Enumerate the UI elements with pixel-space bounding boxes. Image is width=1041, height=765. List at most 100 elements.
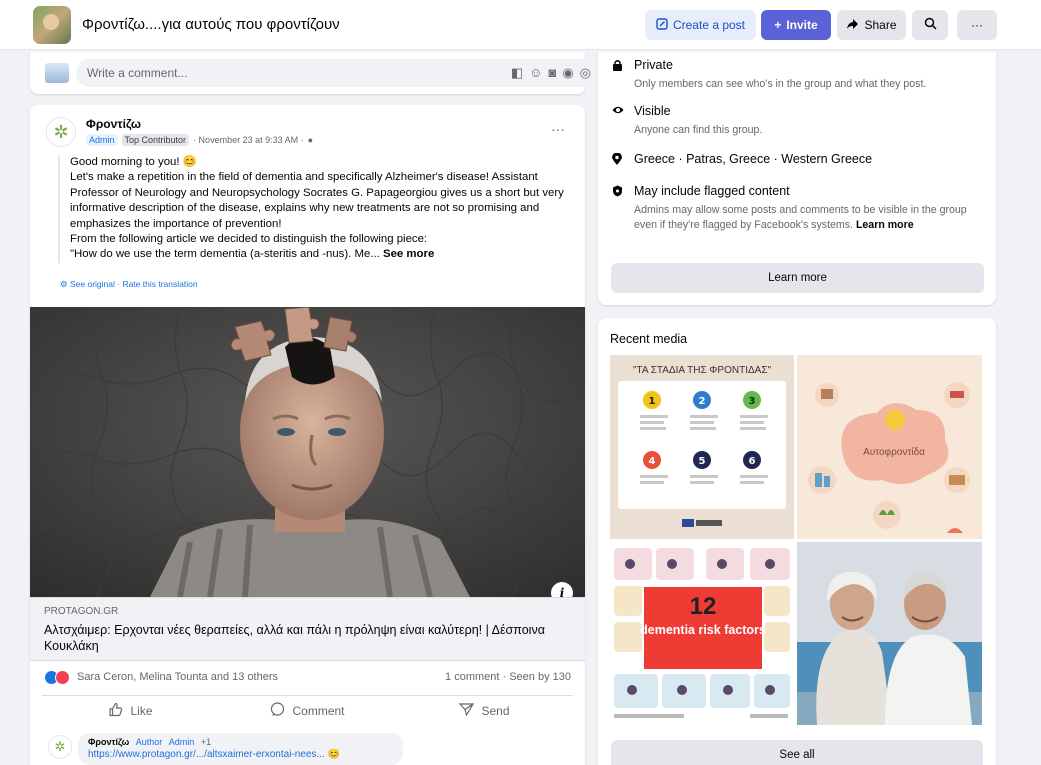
stage-number: 6 <box>749 456 756 467</box>
post-excerpt: "How do we use the term dementia (a-ster… <box>70 248 380 261</box>
infographic-heading: "ΤΑ ΣΤΑΔΙΑ ΤΗΣ ΦΡΟΝΤΙΔΑΣ" <box>633 365 772 376</box>
group-post: ✲ Φροντίζω Admin Top Contributor · Novem… <box>30 105 585 765</box>
invite-label: Invite <box>786 18 818 32</box>
reactions-summary: Sara Ceron, Melina Tounta and 13 others … <box>30 665 585 691</box>
recent-media-card: Recent media "ΤΑ ΣΤΑΔΙΑ ΤΗΣ ΦΡΟΝΤΙΔΑΣ" 1… <box>598 318 996 765</box>
location-pin-icon <box>612 152 624 168</box>
share-icon <box>846 18 859 33</box>
stage-number: 3 <box>749 396 756 407</box>
share-button[interactable]: Share <box>837 10 906 40</box>
stage-number: 4 <box>649 456 656 467</box>
see-all-button[interactable]: See all <box>611 740 983 765</box>
translation-links[interactable]: ⚙ See original · Rate this translation <box>60 279 198 290</box>
lock-icon <box>612 59 624 74</box>
privacy-description: Only members can see who's in the group … <box>634 78 927 90</box>
comment-seen-count[interactable]: 1 comment · Seen by 130 <box>445 671 571 683</box>
search-button[interactable] <box>912 10 948 40</box>
risk-factor-text: dementia risk factors <box>640 623 766 637</box>
post-options-icon[interactable]: ··· <box>551 121 565 137</box>
reactors-list[interactable]: Sara Ceron, Melina Tounta and 13 others <box>77 671 278 683</box>
see-more-link[interactable]: See more <box>383 248 434 260</box>
link-preview[interactable]: PROTAGON.GR Αλτσχάιμερ: Ερχονται νέες θε… <box>30 597 585 661</box>
send-button[interactable]: Send <box>396 696 573 725</box>
svg-text:i: i <box>560 586 565 597</box>
top-contributor-badge: Top Contributor <box>121 134 190 146</box>
plus-icon: + <box>774 18 782 32</box>
post-text: Good morning to you! 😊 Let's make a repe… <box>58 155 574 263</box>
like-button[interactable]: Like <box>42 696 219 725</box>
translation-text[interactable]: See original · Rate this translation <box>70 279 198 289</box>
flagged-learn-more-link[interactable]: Learn more <box>856 219 914 231</box>
comment-tools: ◧ ☺ ◙ ◉ ◎ <box>511 65 591 81</box>
group-about-card: Private Only members can see who's in th… <box>598 52 996 305</box>
group-name[interactable]: Φροντίζω....για αυτούς που φροντίζουν <box>82 16 340 33</box>
more-options-button[interactable]: ··· <box>957 10 997 40</box>
self-care-illustration: Αυτοφροντίδα <box>797 355 982 539</box>
create-post-button[interactable]: Create a post <box>645 10 756 40</box>
love-reaction-icon <box>55 670 70 685</box>
post-actions: Like Comment Send <box>42 695 573 725</box>
comment-label: Comment <box>292 703 345 718</box>
media-tile[interactable]: "ΤΑ ΣΤΑΔΙΑ ΤΗΣ ΦΡΟΝΤΙΔΑΣ" 1 2 3 4 5 6 <box>610 355 794 539</box>
post-timestamp[interactable]: · November 23 at 9:33 AM · <box>193 135 304 145</box>
more-icon: ··· <box>971 18 983 32</box>
post-link-image[interactable]: i <box>30 307 585 597</box>
link-domain: PROTAGON.GR <box>44 606 119 617</box>
media-tile[interactable]: 12 dementia risk factors <box>610 542 794 725</box>
avatar[interactable] <box>45 63 69 83</box>
recent-media-title: Recent media <box>610 332 688 346</box>
post-paragraph: Let's make a repetition in the field of … <box>70 171 564 230</box>
media-tile[interactable] <box>797 542 982 725</box>
reaction-icons[interactable] <box>44 670 70 685</box>
edit-icon <box>656 17 668 33</box>
flagged-description-text: Admins may allow some posts and comments… <box>634 204 967 231</box>
comment-bubble-icon <box>270 701 285 720</box>
post-author-name[interactable]: Φροντίζω <box>86 117 141 131</box>
learn-more-button[interactable]: Learn more <box>611 263 984 293</box>
emoji-icon[interactable]: ☺ <box>529 65 542 81</box>
stage-number: 2 <box>699 396 706 407</box>
more-badges[interactable]: +1 <box>201 737 211 747</box>
camera-icon[interactable]: ◙ <box>548 65 556 81</box>
avatar-sticker-icon[interactable]: ◎ <box>580 65 591 81</box>
stage-number: 5 <box>699 456 706 467</box>
previous-post-comment-area: Write a comment... ◧ ☺ ◙ ◉ ◎ <box>30 52 601 94</box>
admin-badge: Admin <box>86 134 118 146</box>
gif-icon[interactable]: ◉ <box>562 65 573 81</box>
comment-input[interactable]: Write a comment... ◧ ☺ ◙ ◉ ◎ <box>76 59 601 87</box>
flagged-label: May include flagged content <box>634 184 790 198</box>
sticker-icon[interactable]: ◧ <box>511 65 523 81</box>
stage-number: 1 <box>649 396 656 407</box>
comment-placeholder: Write a comment... <box>87 66 188 80</box>
post-meta: Admin Top Contributor · November 23 at 9… <box>86 134 313 146</box>
location-text[interactable]: Greece · Patras, Greece · Western Greece <box>634 152 872 166</box>
comment-author-name[interactable]: Φροντίζω <box>88 737 129 747</box>
like-label: Like <box>130 703 153 718</box>
post-greeting: Good morning to you! 😊 <box>70 156 197 168</box>
media-tile[interactable]: Αυτοφροντίδα <box>797 355 982 539</box>
care-stages-infographic: "ΤΑ ΣΤΑΔΙΑ ΤΗΣ ΦΡΟΝΤΙΔΑΣ" 1 2 3 4 5 6 <box>610 355 794 539</box>
risk-factor-count: 12 <box>690 593 717 620</box>
gear-icon: ⚙ <box>60 279 68 289</box>
post-article-intro: From the following article we decided to… <box>70 233 428 246</box>
share-label: Share <box>864 18 897 32</box>
comment-button[interactable]: Comment <box>219 696 396 725</box>
comment-link[interactable]: https://www.protagon.gr/.../altsxaimer-e… <box>88 749 393 760</box>
link-title[interactable]: Αλτσχάιμερ: Ερχονται νέες θεραπείες, αλλ… <box>44 622 574 654</box>
search-icon <box>924 17 937 33</box>
risk-factors-infographic: 12 dementia risk factors <box>610 542 794 725</box>
comment-author-avatar[interactable]: ✲ <box>48 735 72 759</box>
admin-badge: Admin <box>168 737 195 747</box>
flagged-description: Admins may allow some posts and comments… <box>634 203 989 232</box>
create-post-label: Create a post <box>672 18 746 32</box>
post-author-avatar[interactable]: ✲ <box>46 117 76 147</box>
shield-icon <box>612 185 624 200</box>
group-cover-thumbnail[interactable] <box>33 6 71 44</box>
invite-button[interactable]: + Invite <box>761 10 831 40</box>
author-badge: Author <box>135 737 163 747</box>
send-label: Send <box>481 703 510 718</box>
elderly-couple-photo <box>797 542 982 725</box>
privacy-label: Private <box>634 58 673 72</box>
visibility-label: Visible <box>634 104 671 118</box>
comment-item: ✲ Φροντίζω Author Admin +1 https://www.p… <box>44 733 574 765</box>
